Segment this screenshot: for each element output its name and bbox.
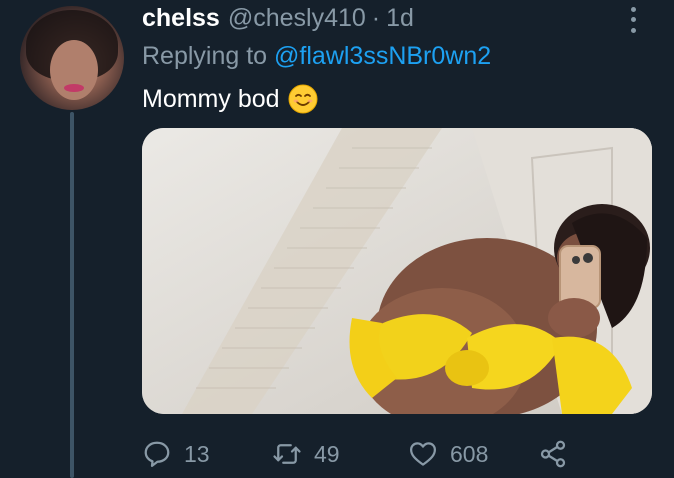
reply-mention-link[interactable]: @flawl3ssNBr0wn2: [274, 42, 491, 70]
tweet-text-content: Mommy bod: [142, 84, 280, 113]
tweet-actions: 13 49 608: [142, 434, 642, 474]
retweet-action[interactable]: 49: [272, 434, 340, 474]
smiling-face-emoji-icon: [288, 84, 318, 114]
avatar[interactable]: [20, 6, 124, 110]
retweet-icon: [273, 444, 301, 464]
photo-image: [142, 128, 652, 414]
tweet-text: Mommy bod: [142, 84, 318, 114]
share-icon: [540, 440, 566, 468]
replying-to-label: Replying to: [142, 42, 275, 70]
heart-icon: [410, 442, 436, 466]
more-options-icon[interactable]: [626, 4, 640, 36]
tweet-media-photo[interactable]: [142, 128, 652, 414]
reply-action[interactable]: 13: [142, 434, 210, 474]
replying-to: Replying to @flawl3ssNBr0wn2: [142, 42, 491, 71]
timestamp[interactable]: 1d: [386, 4, 414, 33]
like-action[interactable]: 608: [408, 434, 488, 474]
more-dot: [630, 17, 636, 23]
share-action[interactable]: [538, 434, 568, 474]
reply-icon: [144, 441, 170, 467]
avatar-lips: [64, 84, 84, 92]
retweet-count: 49: [314, 440, 340, 467]
more-dot: [630, 28, 636, 34]
reply-count: 13: [184, 440, 210, 467]
user-handle[interactable]: @chesly410: [228, 4, 366, 33]
more-dot: [630, 6, 636, 12]
tweet-header: chelss @chesly410 · 1d: [142, 4, 414, 34]
separator: ·: [371, 4, 381, 32]
display-name[interactable]: chelss: [142, 4, 220, 33]
thread-line: [70, 112, 74, 478]
like-count: 608: [450, 440, 489, 467]
